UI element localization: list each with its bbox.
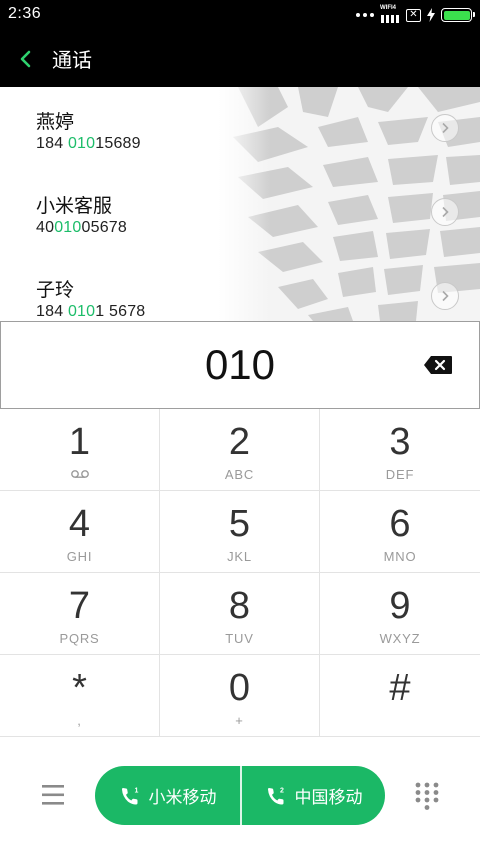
key-digit: 4 bbox=[68, 503, 91, 545]
title-bar: 通话 bbox=[0, 30, 480, 87]
dialpad-toggle-icon[interactable] bbox=[413, 781, 441, 811]
contact-row[interactable]: 子玲 184 0101 5678 bbox=[0, 255, 480, 321]
contact-name: 小米客服 bbox=[36, 196, 113, 217]
contact-detail-button[interactable] bbox=[431, 282, 459, 310]
dial-keypad: 1 2 ABC 3 DEF 4 GHI 5 JKL 6 MNO 7 PQRS 8… bbox=[0, 409, 480, 737]
key-5[interactable]: 5 JKL bbox=[160, 491, 320, 573]
chevron-right-icon bbox=[442, 290, 449, 302]
key-1[interactable]: 1 bbox=[0, 409, 160, 491]
network-label: WIFI4 bbox=[380, 5, 396, 11]
key-letters: TUV bbox=[225, 631, 254, 646]
svg-text:1: 1 bbox=[134, 787, 138, 794]
key-6[interactable]: 6 MNO bbox=[320, 491, 480, 573]
call-buttons: 1 小米移动 2 中国移动 bbox=[95, 766, 385, 825]
no-sim-icon: ✕ bbox=[406, 8, 421, 22]
key-digit: 7 bbox=[68, 585, 91, 627]
key-hash[interactable]: # bbox=[320, 655, 480, 737]
voicemail-icon bbox=[71, 470, 89, 478]
key-9[interactable]: 9 WXYZ bbox=[320, 573, 480, 655]
number-match-highlight: 010 bbox=[54, 219, 82, 236]
key-digit: # bbox=[389, 667, 411, 709]
backspace-button[interactable] bbox=[421, 352, 455, 378]
chevron-right-icon bbox=[442, 206, 449, 218]
chevron-right-icon bbox=[442, 122, 449, 134]
key-star[interactable]: * , bbox=[0, 655, 160, 737]
key-2[interactable]: 2 ABC bbox=[160, 409, 320, 491]
contact-row[interactable]: 燕婷 184 01015689 bbox=[0, 87, 480, 171]
phone-sim2-icon: 2 bbox=[267, 787, 284, 804]
contact-detail-button[interactable] bbox=[431, 114, 459, 142]
key-8[interactable]: 8 TUV bbox=[160, 573, 320, 655]
key-letters: DEF bbox=[385, 467, 415, 482]
key-digit: 3 bbox=[389, 421, 411, 463]
call-sim2-button[interactable]: 2 中国移动 bbox=[241, 766, 385, 825]
battery-icon bbox=[441, 8, 475, 22]
key-letters: GHI bbox=[66, 549, 93, 564]
backspace-icon bbox=[424, 356, 452, 374]
key-digit: 8 bbox=[228, 585, 251, 627]
menu-icon[interactable] bbox=[37, 782, 69, 808]
key-letters: MNO bbox=[383, 549, 417, 564]
contact-detail-button[interactable] bbox=[431, 198, 459, 226]
svg-text:2: 2 bbox=[280, 787, 284, 794]
number-match-highlight: 010 bbox=[67, 303, 96, 320]
more-dots-icon bbox=[356, 13, 374, 17]
key-letters: PQRS bbox=[59, 631, 100, 646]
dialed-number: 010 bbox=[204, 341, 276, 388]
dialer-screen: 2:36 WIFI4 ✕ 通话 燕婷 184 01015689 小米客服 400… bbox=[0, 0, 480, 853]
number-match-highlight: 010 bbox=[67, 135, 96, 152]
status-icons: WIFI4 ✕ bbox=[356, 5, 475, 24]
key-3[interactable]: 3 DEF bbox=[320, 409, 480, 491]
key-0[interactable]: 0 + bbox=[160, 655, 320, 737]
signal-icon: WIFI4 bbox=[380, 5, 400, 24]
contact-row[interactable]: 小米客服 4001005678 bbox=[0, 171, 480, 255]
page-title: 通话 bbox=[52, 50, 92, 72]
key-digit: 0 bbox=[228, 667, 251, 709]
back-button[interactable] bbox=[0, 30, 52, 87]
contact-suggestions-list: 燕婷 184 01015689 小米客服 4001005678 子玲 184 0… bbox=[0, 87, 480, 321]
key-digit: * bbox=[72, 667, 87, 709]
key-letters: WXYZ bbox=[379, 631, 421, 646]
charging-icon bbox=[427, 8, 435, 22]
status-bar: 2:36 WIFI4 ✕ bbox=[0, 0, 480, 30]
key-letters: JKL bbox=[227, 549, 252, 564]
contact-number: 184 0101 5678 bbox=[36, 303, 146, 320]
call-sim1-label: 小米移动 bbox=[148, 788, 217, 807]
key-digit: 2 bbox=[228, 421, 251, 463]
bottom-action-bar: 1 小米移动 2 中国移动 bbox=[0, 737, 480, 853]
key-letters: + bbox=[235, 713, 244, 728]
status-time: 2:36 bbox=[8, 5, 42, 22]
contact-number: 184 01015689 bbox=[36, 135, 141, 152]
back-chevron-icon bbox=[20, 50, 31, 67]
contact-number: 4001005678 bbox=[36, 219, 127, 236]
key-7[interactable]: 7 PQRS bbox=[0, 573, 160, 655]
key-digit: 6 bbox=[389, 503, 411, 545]
key-letters: ABC bbox=[224, 467, 255, 482]
dialed-number-field[interactable]: 010 bbox=[0, 321, 480, 409]
key-letters: , bbox=[77, 713, 82, 728]
key-4[interactable]: 4 GHI bbox=[0, 491, 160, 573]
key-digit: 5 bbox=[228, 503, 251, 545]
contact-name: 燕婷 bbox=[36, 112, 75, 133]
key-digit: 1 bbox=[68, 421, 91, 463]
call-sim1-button[interactable]: 1 小米移动 bbox=[95, 766, 240, 825]
contact-name: 子玲 bbox=[36, 280, 75, 301]
key-digit: 9 bbox=[389, 585, 411, 627]
call-sim2-label: 中国移动 bbox=[294, 788, 363, 807]
phone-sim1-icon: 1 bbox=[121, 787, 138, 804]
